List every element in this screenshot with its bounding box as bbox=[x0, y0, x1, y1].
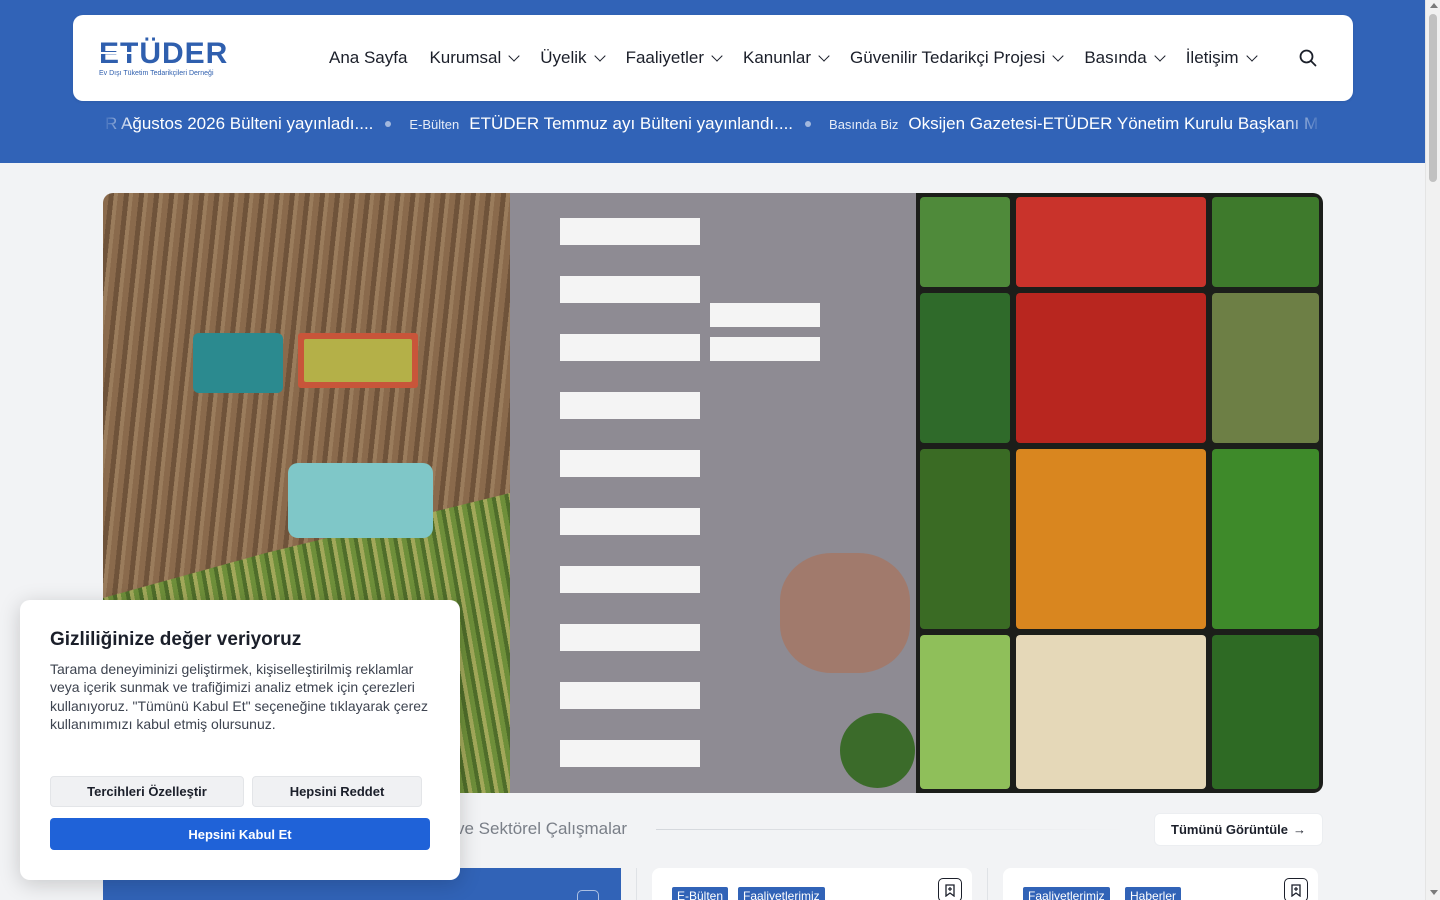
veg-bin bbox=[1212, 293, 1319, 443]
news-card[interactable]: Faaliyetlerimiz Haberler bbox=[1003, 868, 1318, 900]
nav-label: Faaliyetler bbox=[625, 48, 704, 67]
tree-shape bbox=[840, 713, 915, 788]
cookie-consent-dialog: Gizliliğinize değer veriyoruz Tarama den… bbox=[20, 600, 460, 880]
nav-label: Kurumsal bbox=[429, 48, 502, 67]
scroll-down-icon[interactable] bbox=[1430, 890, 1438, 895]
cookie-title: Gizliliğinize değer veriyoruz bbox=[50, 629, 302, 650]
nav-item-ana-sayfa[interactable]: Ana Sayfa bbox=[329, 48, 407, 68]
accept-all-button[interactable]: Hepsini Kabul Et bbox=[50, 818, 430, 850]
card-divider bbox=[987, 868, 988, 900]
nav-label: Ana Sayfa bbox=[329, 48, 408, 67]
nav-label: Kanunlar bbox=[742, 48, 812, 67]
chevron-down-icon bbox=[1245, 50, 1258, 62]
trailer-shape bbox=[298, 333, 418, 388]
nav-item-kanunlar[interactable]: Kanunlar bbox=[742, 48, 830, 68]
veg-bin bbox=[1016, 197, 1206, 287]
harvester-shape bbox=[288, 463, 433, 538]
ticker-title: R Ağustos 2026 Bülteni yayınladı.... bbox=[105, 114, 374, 133]
ticker-title: Oksijen Gazetesi-ETÜDER Yönetim Kurulu B… bbox=[908, 114, 1319, 133]
ticker-category: E-Bülten bbox=[409, 116, 460, 132]
bookmark-icon[interactable] bbox=[938, 878, 962, 900]
nav-item-basinda[interactable]: Basında bbox=[1084, 48, 1166, 68]
site-header: ETÜDER Ev Dışı Tüketim Tedarikçileri Der… bbox=[73, 15, 1353, 101]
news-ticker: R Ağustos 2026 Bülteni yayınladı.... E-B… bbox=[103, 108, 1323, 140]
ticker-separator bbox=[805, 121, 812, 127]
category-tag[interactable]: Haberler bbox=[1125, 887, 1182, 900]
hero-panel-trucks bbox=[510, 193, 916, 793]
bookmark-icon[interactable] bbox=[1284, 878, 1308, 900]
category-tag[interactable]: Faaliyetlerimiz bbox=[738, 887, 825, 900]
nav-item-iletisim[interactable]: İletişim bbox=[1185, 48, 1258, 68]
page-scrollbar[interactable] bbox=[1425, 0, 1440, 900]
nav-label: Güvenilir Tedarikçi Projesi bbox=[850, 48, 1046, 67]
veg-bin bbox=[1212, 635, 1319, 789]
nav-label: İletişim bbox=[1185, 48, 1239, 67]
search-icon[interactable] bbox=[1299, 49, 1317, 67]
customize-preferences-button[interactable]: Tercihleri Özelleştir bbox=[50, 776, 244, 807]
chevron-down-icon bbox=[593, 50, 606, 62]
veg-bin bbox=[920, 293, 1010, 443]
nav-label: Üyelik bbox=[540, 48, 587, 67]
hero-panel-vegetables bbox=[916, 193, 1323, 793]
ticker-item[interactable]: Basında Biz Oksijen Gazetesi-ETÜDER Yöne… bbox=[829, 114, 1318, 134]
veg-bin bbox=[1212, 197, 1319, 287]
nav-item-kurumsal[interactable]: Kurumsal bbox=[429, 48, 520, 68]
chevron-down-icon bbox=[711, 50, 723, 62]
view-all-label: Tümünü Görüntüle bbox=[1171, 822, 1288, 837]
truck-row bbox=[710, 303, 820, 363]
veg-bin bbox=[1212, 449, 1319, 629]
tractor-shape bbox=[193, 333, 283, 393]
ground-patch bbox=[780, 553, 910, 673]
veg-bin bbox=[920, 449, 1010, 629]
ticker-separator bbox=[385, 121, 392, 127]
reject-all-button[interactable]: Hepsini Reddet bbox=[252, 776, 422, 807]
card-divider bbox=[636, 868, 637, 900]
logo-wordmark: ETÜDER bbox=[99, 39, 231, 69]
veg-bin bbox=[920, 197, 1010, 287]
chevron-down-icon bbox=[1052, 50, 1064, 62]
ticker-title: ETÜDER Temmuz ayı Bülteni yayınlandı.... bbox=[469, 114, 794, 133]
scrollbar-thumb[interactable] bbox=[1429, 14, 1437, 182]
ticker-item[interactable]: E-Bülten ETÜDER Temmuz ayı Bülteni yayın… bbox=[409, 114, 793, 134]
ticker-item[interactable]: R Ağustos 2026 Bülteni yayınladı.... bbox=[103, 114, 373, 134]
main-nav: Ana Sayfa Kurumsal Üyelik Faaliyetler Ka… bbox=[329, 15, 1278, 101]
bookmark-icon[interactable] bbox=[577, 890, 599, 900]
veg-bin bbox=[1016, 635, 1206, 789]
logo-tagline: Ev Dışı Tüketim Tedarikçileri Derneği bbox=[99, 70, 214, 77]
veg-bin bbox=[1016, 449, 1206, 629]
arrow-right-icon: → bbox=[1292, 822, 1306, 837]
chevron-down-icon bbox=[1154, 50, 1166, 62]
category-tag[interactable]: E-Bülten bbox=[672, 887, 729, 900]
nav-item-uyelik[interactable]: Üyelik bbox=[540, 48, 606, 68]
view-all-button[interactable]: Tümünü Görüntüle → bbox=[1154, 813, 1323, 846]
cookie-text: Tarama deneyiminizi geliştirmek, kişisel… bbox=[50, 661, 429, 733]
veg-bin bbox=[920, 635, 1010, 789]
nav-label: Basında bbox=[1084, 48, 1147, 67]
scroll-up-icon[interactable] bbox=[1430, 3, 1438, 8]
site-logo[interactable]: ETÜDER Ev Dışı Tüketim Tedarikçileri Der… bbox=[99, 39, 231, 79]
chevron-down-icon bbox=[508, 50, 520, 62]
veg-bin bbox=[1016, 293, 1206, 443]
section-divider bbox=[656, 829, 1126, 830]
section-title: ve Sektörel Çalışmalar bbox=[456, 819, 628, 838]
nav-item-guvenilir-tedarikci[interactable]: Güvenilir Tedarikçi Projesi bbox=[850, 48, 1064, 68]
truck-row bbox=[560, 203, 700, 783]
news-card[interactable]: E-Bülten Faaliyetlerimiz bbox=[652, 868, 972, 900]
category-tag[interactable]: Faaliyetlerimiz bbox=[1023, 887, 1110, 900]
ticker-category: Basında Biz bbox=[829, 116, 899, 132]
nav-item-faaliyetler[interactable]: Faaliyetler bbox=[625, 48, 723, 68]
chevron-down-icon bbox=[818, 50, 830, 62]
